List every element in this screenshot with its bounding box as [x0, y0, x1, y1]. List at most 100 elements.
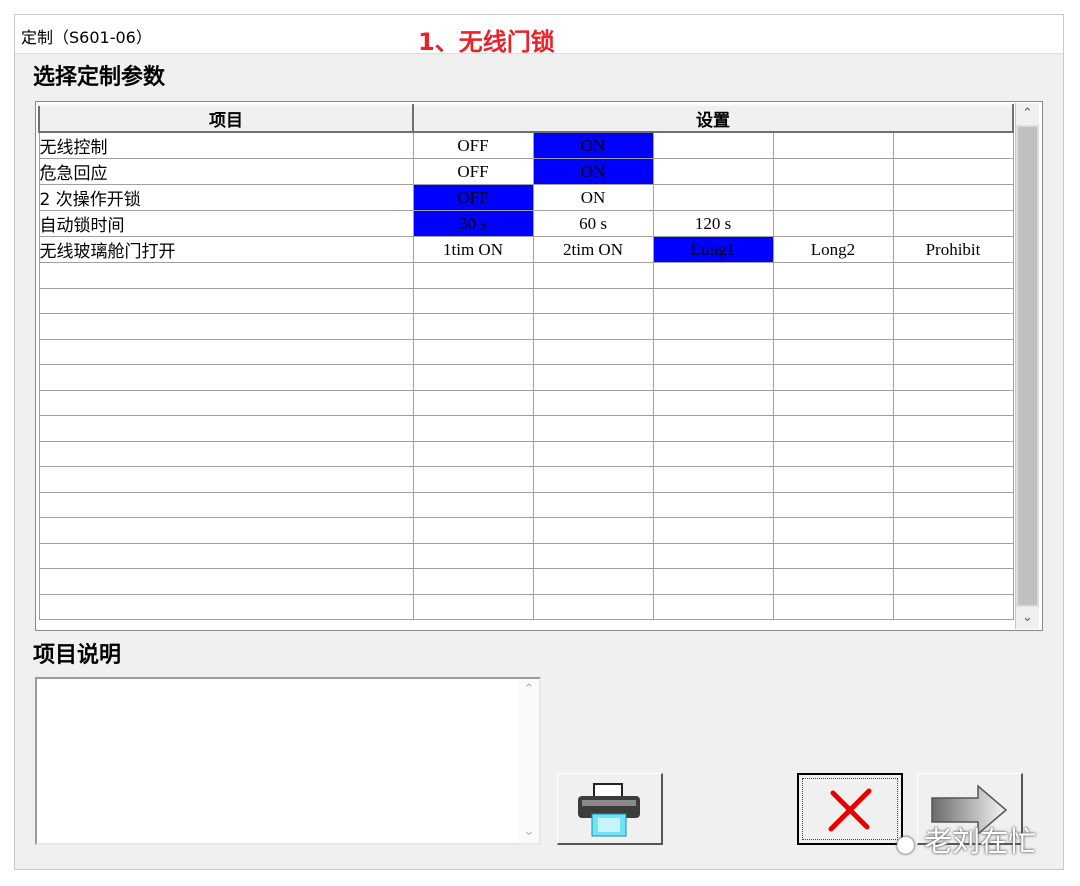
empty-cell	[772, 390, 894, 416]
option-cell[interactable]: 120 s	[652, 210, 774, 237]
header-item: 项目	[38, 104, 414, 133]
empty-cell	[38, 313, 414, 340]
table-row: 无线玻璃舱门打开 1tim ON 2tim ON Long1 Long2 Prohibit	[38, 236, 1014, 263]
empty-cell	[532, 543, 654, 569]
option-cell-selected[interactable]: 30 s	[412, 210, 534, 237]
empty-row	[38, 364, 1014, 391]
empty-cell	[38, 466, 414, 493]
cancel-button[interactable]	[797, 773, 903, 845]
empty-cell	[38, 441, 414, 467]
empty-cell	[412, 415, 534, 442]
scroll-thumb[interactable]	[1018, 127, 1037, 605]
empty-cell	[412, 466, 534, 493]
table-row: 2 次操作开锁 OFF ON	[38, 184, 1014, 211]
empty-cell	[412, 517, 534, 544]
empty-cell	[652, 492, 774, 518]
empty-cell	[652, 568, 774, 595]
empty-row	[38, 313, 1014, 340]
empty-row	[38, 492, 1014, 518]
watermark-text: 老刘在忙	[924, 825, 1037, 858]
params-section-title: 选择定制参数	[33, 65, 166, 90]
row-label[interactable]: 无线玻璃舱门打开	[38, 236, 414, 263]
description-scrollbar[interactable]: ⌃ ⌄	[519, 679, 539, 843]
empty-cell	[412, 492, 534, 518]
empty-cell	[532, 466, 654, 493]
option-cell-selected[interactable]: ON	[532, 131, 654, 159]
empty-cell	[532, 262, 654, 289]
empty-cell	[412, 568, 534, 595]
empty-cell	[652, 339, 774, 365]
table-row: 自动锁时间 30 s 60 s 120 s	[38, 210, 1014, 237]
empty-cell	[772, 543, 894, 569]
printer-icon	[578, 783, 640, 837]
empty-cell	[532, 415, 654, 442]
empty-cell	[652, 466, 774, 493]
description-textarea[interactable]: ⌃ ⌄	[35, 677, 541, 845]
desc-scroll-up-icon[interactable]: ⌃	[519, 679, 539, 701]
desc-scroll-down-icon[interactable]: ⌄	[519, 821, 539, 843]
scroll-up-icon[interactable]: ⌃	[1016, 103, 1039, 125]
empty-cell	[772, 262, 894, 289]
row-label[interactable]: 无线控制	[38, 131, 414, 159]
option-cell[interactable]: 2tim ON	[532, 236, 654, 263]
option-cell	[772, 184, 894, 211]
table-row: 无线控制 OFF ON	[38, 131, 1014, 159]
empty-cell	[532, 517, 654, 544]
empty-cell	[38, 568, 414, 595]
row-label[interactable]: 2 次操作开锁	[38, 184, 414, 211]
option-cell	[772, 131, 894, 159]
empty-cell	[892, 288, 1014, 314]
option-cell	[772, 158, 894, 185]
row-label[interactable]: 危急回应	[38, 158, 414, 185]
option-cell[interactable]: Long2	[772, 236, 894, 263]
empty-cell	[652, 517, 774, 544]
overlay-caption: 1、无线门锁	[418, 28, 555, 56]
empty-row	[38, 339, 1014, 365]
empty-row	[38, 441, 1014, 467]
option-cell[interactable]: ON	[532, 184, 654, 211]
empty-cell	[532, 364, 654, 391]
empty-cell	[772, 517, 894, 544]
empty-cell	[892, 390, 1014, 416]
empty-cell	[892, 517, 1014, 544]
option-cell	[652, 158, 774, 185]
empty-cell	[892, 313, 1014, 340]
option-cell	[892, 210, 1014, 237]
empty-cell	[412, 364, 534, 391]
empty-cell	[532, 568, 654, 595]
empty-row	[38, 466, 1014, 493]
desc-section-title: 项目说明	[33, 643, 122, 668]
option-cell-selected[interactable]: ON	[532, 158, 654, 185]
option-cell	[892, 158, 1014, 185]
empty-cell	[892, 492, 1014, 518]
option-cell[interactable]: OFF	[412, 131, 534, 159]
empty-cell	[412, 543, 534, 569]
empty-cell	[532, 594, 654, 620]
option-cell[interactable]: 60 s	[532, 210, 654, 237]
row-label[interactable]: 自动锁时间	[38, 210, 414, 237]
close-x-icon	[828, 788, 872, 832]
grid-scrollbar[interactable]: ⌃ ⌄	[1015, 103, 1039, 629]
customize-window: 定制（S601-06） 选择定制参数 项目 设置 无线控制 OFF ON 危急回应 OF…	[14, 14, 1064, 870]
empty-cell	[38, 594, 414, 620]
empty-cell	[38, 543, 414, 569]
option-cell	[772, 210, 894, 237]
option-cell[interactable]: OFF	[412, 158, 534, 185]
option-cell[interactable]: 1tim ON	[412, 236, 534, 263]
watermark: ● 老刘在忙	[896, 820, 1036, 860]
option-cell[interactable]: Prohibit	[892, 236, 1014, 263]
print-button[interactable]	[557, 773, 663, 845]
empty-cell	[532, 390, 654, 416]
empty-row	[38, 415, 1014, 442]
empty-cell	[652, 415, 774, 442]
scroll-down-icon[interactable]: ⌄	[1016, 607, 1039, 629]
empty-cell	[892, 568, 1014, 595]
option-cell-selected[interactable]: Long1	[652, 236, 774, 263]
empty-cell	[38, 415, 414, 442]
empty-row	[38, 543, 1014, 569]
empty-row	[38, 594, 1014, 620]
empty-cell	[652, 364, 774, 391]
option-cell-selected[interactable]: OFF	[412, 184, 534, 211]
empty-cell	[652, 313, 774, 340]
empty-cell	[772, 313, 894, 340]
